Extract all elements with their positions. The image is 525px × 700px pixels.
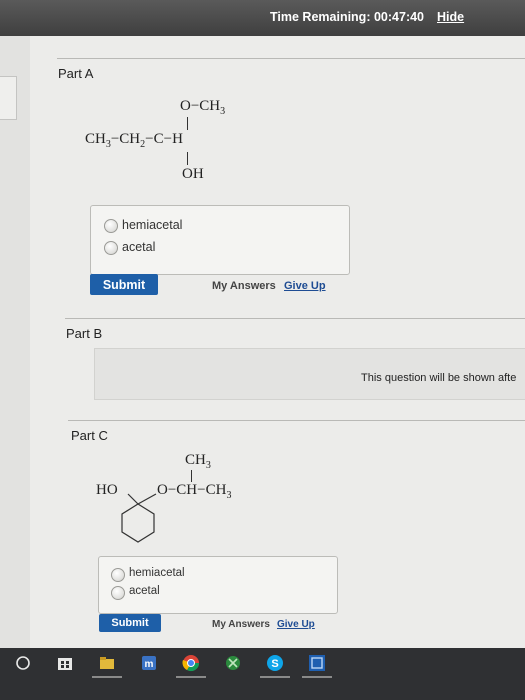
part-c-radio-hemiacetal[interactable] — [111, 568, 125, 582]
left-panel — [0, 36, 30, 648]
part-a-radio-hemiacetal[interactable] — [104, 219, 118, 233]
file-explorer-icon[interactable] — [98, 654, 116, 672]
part-c-label: Part C — [71, 428, 108, 443]
windows-store-icon[interactable] — [56, 654, 74, 672]
left-panel-box — [0, 76, 17, 120]
part-a-submit-button[interactable]: Submit — [90, 274, 158, 295]
chrome-active-indicator — [176, 676, 206, 678]
part-a-divider — [57, 58, 525, 59]
time-remaining-value: 00:47:40 — [373, 10, 425, 24]
part-c-give-up-link[interactable]: Give Up — [277, 619, 315, 630]
skype-active-indicator — [260, 676, 290, 678]
part-a-give-up-link[interactable]: Give Up — [284, 280, 326, 292]
svg-text:m: m — [145, 659, 154, 670]
time-remaining: Time Remaining: 00:47:40 — [270, 10, 424, 24]
part-a-bond-top — [187, 117, 188, 130]
part-c-my-answers-link[interactable]: My Answers — [212, 619, 270, 630]
part-a-label: Part A — [58, 66, 94, 81]
part-c-bond-top — [191, 470, 192, 482]
part-b-message: This question will be shown afte — [361, 372, 517, 384]
part-a-radio-acetal[interactable] — [104, 241, 118, 255]
file-explorer-active-indicator — [92, 676, 122, 678]
part-c-divider — [68, 420, 525, 421]
part-b-divider — [65, 318, 525, 319]
time-remaining-label: Time Remaining: — [270, 10, 371, 24]
app-icon[interactable]: m — [140, 654, 158, 672]
part-a-option-acetal-label[interactable]: acetal — [122, 240, 155, 254]
part-a-bond-bottom — [187, 152, 188, 165]
hide-link[interactable]: Hide — [437, 10, 464, 24]
svg-text:S: S — [271, 658, 278, 670]
part-a-my-answers-link[interactable]: My Answers — [212, 280, 276, 292]
taskbar — [0, 648, 525, 700]
chrome-icon[interactable] — [182, 654, 200, 672]
part-c-radio-acetal[interactable] — [111, 586, 125, 600]
search-icon[interactable] — [14, 654, 32, 672]
lens-active-indicator — [302, 676, 332, 678]
part-a-top-group: O−CH3 — [180, 98, 226, 117]
cyclohexane-ring — [121, 493, 157, 543]
part-c-submit-button[interactable]: Submit — [99, 614, 161, 632]
xbox-icon[interactable] — [224, 654, 242, 672]
part-c-option-acetal-label[interactable]: acetal — [129, 585, 160, 597]
skype-icon[interactable]: S — [266, 654, 284, 672]
part-a-option-hemiacetal-label[interactable]: hemiacetal — [122, 218, 182, 232]
lens-icon[interactable] — [308, 654, 326, 672]
part-c-top-group: CH3 — [185, 452, 211, 471]
part-c-option-hemiacetal-label[interactable]: hemiacetal — [129, 567, 185, 579]
part-b-label: Part B — [66, 326, 103, 341]
part-a-main-chain: CH3−CH2−C−H — [85, 131, 183, 150]
part-a-bottom-group: OH — [182, 166, 204, 182]
